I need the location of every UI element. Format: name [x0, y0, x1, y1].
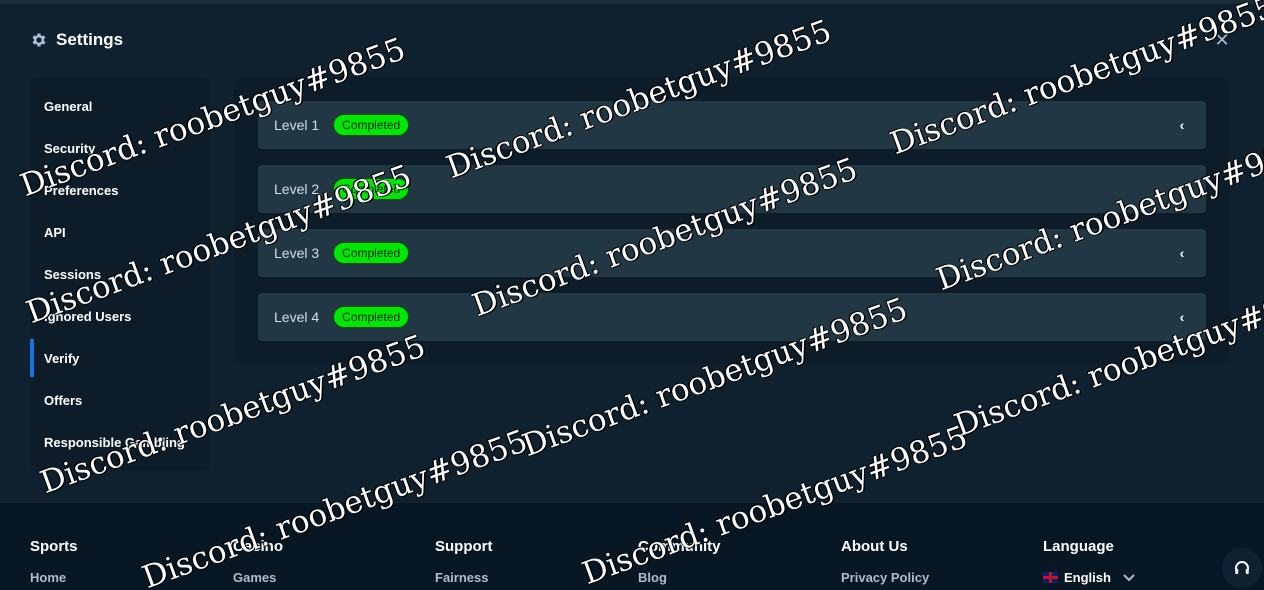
footer-column-about-us: About Us Privacy Policy: [841, 538, 929, 585]
level-name: Level 3: [274, 245, 320, 261]
footer-column-sports: Sports Home: [30, 538, 78, 585]
sidebar-item-ignored-users[interactable]: Ignored Users: [30, 295, 210, 337]
sidebar-item-preferences[interactable]: Preferences: [30, 169, 210, 211]
language-label: English: [1064, 570, 1111, 585]
status-badge: Completed: [333, 242, 410, 264]
level-row-4[interactable]: Level 4 Completed ‹: [258, 293, 1206, 341]
footer-heading: Casino: [233, 538, 284, 555]
level-row-2[interactable]: Level 2 Completed: [258, 165, 1206, 213]
sidebar-item-label: Security: [44, 140, 96, 156]
sidebar-item-sessions[interactable]: Sessions: [30, 253, 210, 295]
footer-heading: Language: [1043, 538, 1114, 555]
verify-panel: Level 1 Completed ‹ Level 2 Completed Le…: [234, 77, 1230, 364]
top-divider: [0, 0, 1264, 4]
sidebar-item-label: Verify: [44, 350, 80, 366]
chevron-left-icon[interactable]: ‹: [1174, 309, 1190, 325]
chevron-left-icon[interactable]: ‹: [1174, 245, 1190, 261]
gear-icon: [32, 33, 46, 47]
sidebar-item-api[interactable]: API: [30, 211, 210, 253]
footer-column-support: Support Fairness: [435, 538, 493, 585]
sidebar-item-label: Sessions: [44, 266, 102, 282]
sidebar-item-general[interactable]: General: [30, 85, 210, 127]
sidebar-item-offers[interactable]: Offers: [30, 379, 210, 421]
sidebar-item-label: API: [44, 224, 66, 240]
footer-heading: About Us: [841, 538, 908, 555]
settings-sidebar: General Security Preferences API Session…: [30, 77, 210, 471]
uk-flag-icon: [1043, 572, 1058, 583]
footer-column-language: Language English: [1043, 538, 1135, 585]
level-row-1[interactable]: Level 1 Completed ‹: [258, 101, 1206, 149]
footer-link-blog[interactable]: Blog: [638, 570, 721, 585]
sidebar-item-responsible-gambling[interactable]: Responsible Gambling: [30, 421, 210, 463]
status-badge: Completed: [333, 178, 410, 200]
footer-heading: Community: [638, 538, 721, 555]
site-footer: Sports Home Casino Games Support Fairnes…: [0, 503, 1264, 590]
footer-column-community: Community Blog: [638, 538, 721, 585]
page-title: Settings: [56, 30, 124, 49]
footer-link-games[interactable]: Games: [233, 570, 283, 585]
chevron-down-icon: [1123, 573, 1135, 581]
sidebar-item-label: Preferences: [44, 182, 119, 198]
level-name: Level 2: [274, 181, 320, 197]
footer-link-home[interactable]: Home: [30, 570, 78, 585]
sidebar-item-label: Ignored Users: [44, 308, 132, 324]
chevron-left-icon[interactable]: ‹: [1174, 117, 1190, 133]
status-badge: Completed: [333, 114, 410, 136]
footer-link-privacy-policy[interactable]: Privacy Policy: [841, 570, 929, 585]
live-support-button[interactable]: [1222, 548, 1262, 588]
sidebar-item-label: General: [44, 98, 93, 114]
status-badge: Completed: [333, 306, 410, 328]
close-icon[interactable]: ✕: [1212, 30, 1232, 50]
footer-heading: Support: [435, 538, 493, 555]
sidebar-item-label: Offers: [44, 392, 83, 408]
sidebar-item-verify[interactable]: Verify: [30, 337, 210, 379]
level-row-3[interactable]: Level 3 Completed ‹: [258, 229, 1206, 277]
footer-heading: Sports: [30, 538, 78, 555]
language-selector[interactable]: English: [1043, 570, 1135, 585]
level-name: Level 4: [274, 309, 320, 325]
level-name: Level 1: [274, 117, 320, 133]
sidebar-item-label: Responsible Gambling: [44, 434, 185, 450]
sidebar-item-security[interactable]: Security: [30, 127, 210, 169]
settings-header: Settings: [30, 30, 123, 50]
footer-link-fairness[interactable]: Fairness: [435, 570, 493, 585]
headset-icon: [1235, 561, 1249, 574]
footer-column-casino: Casino Games: [233, 538, 283, 585]
